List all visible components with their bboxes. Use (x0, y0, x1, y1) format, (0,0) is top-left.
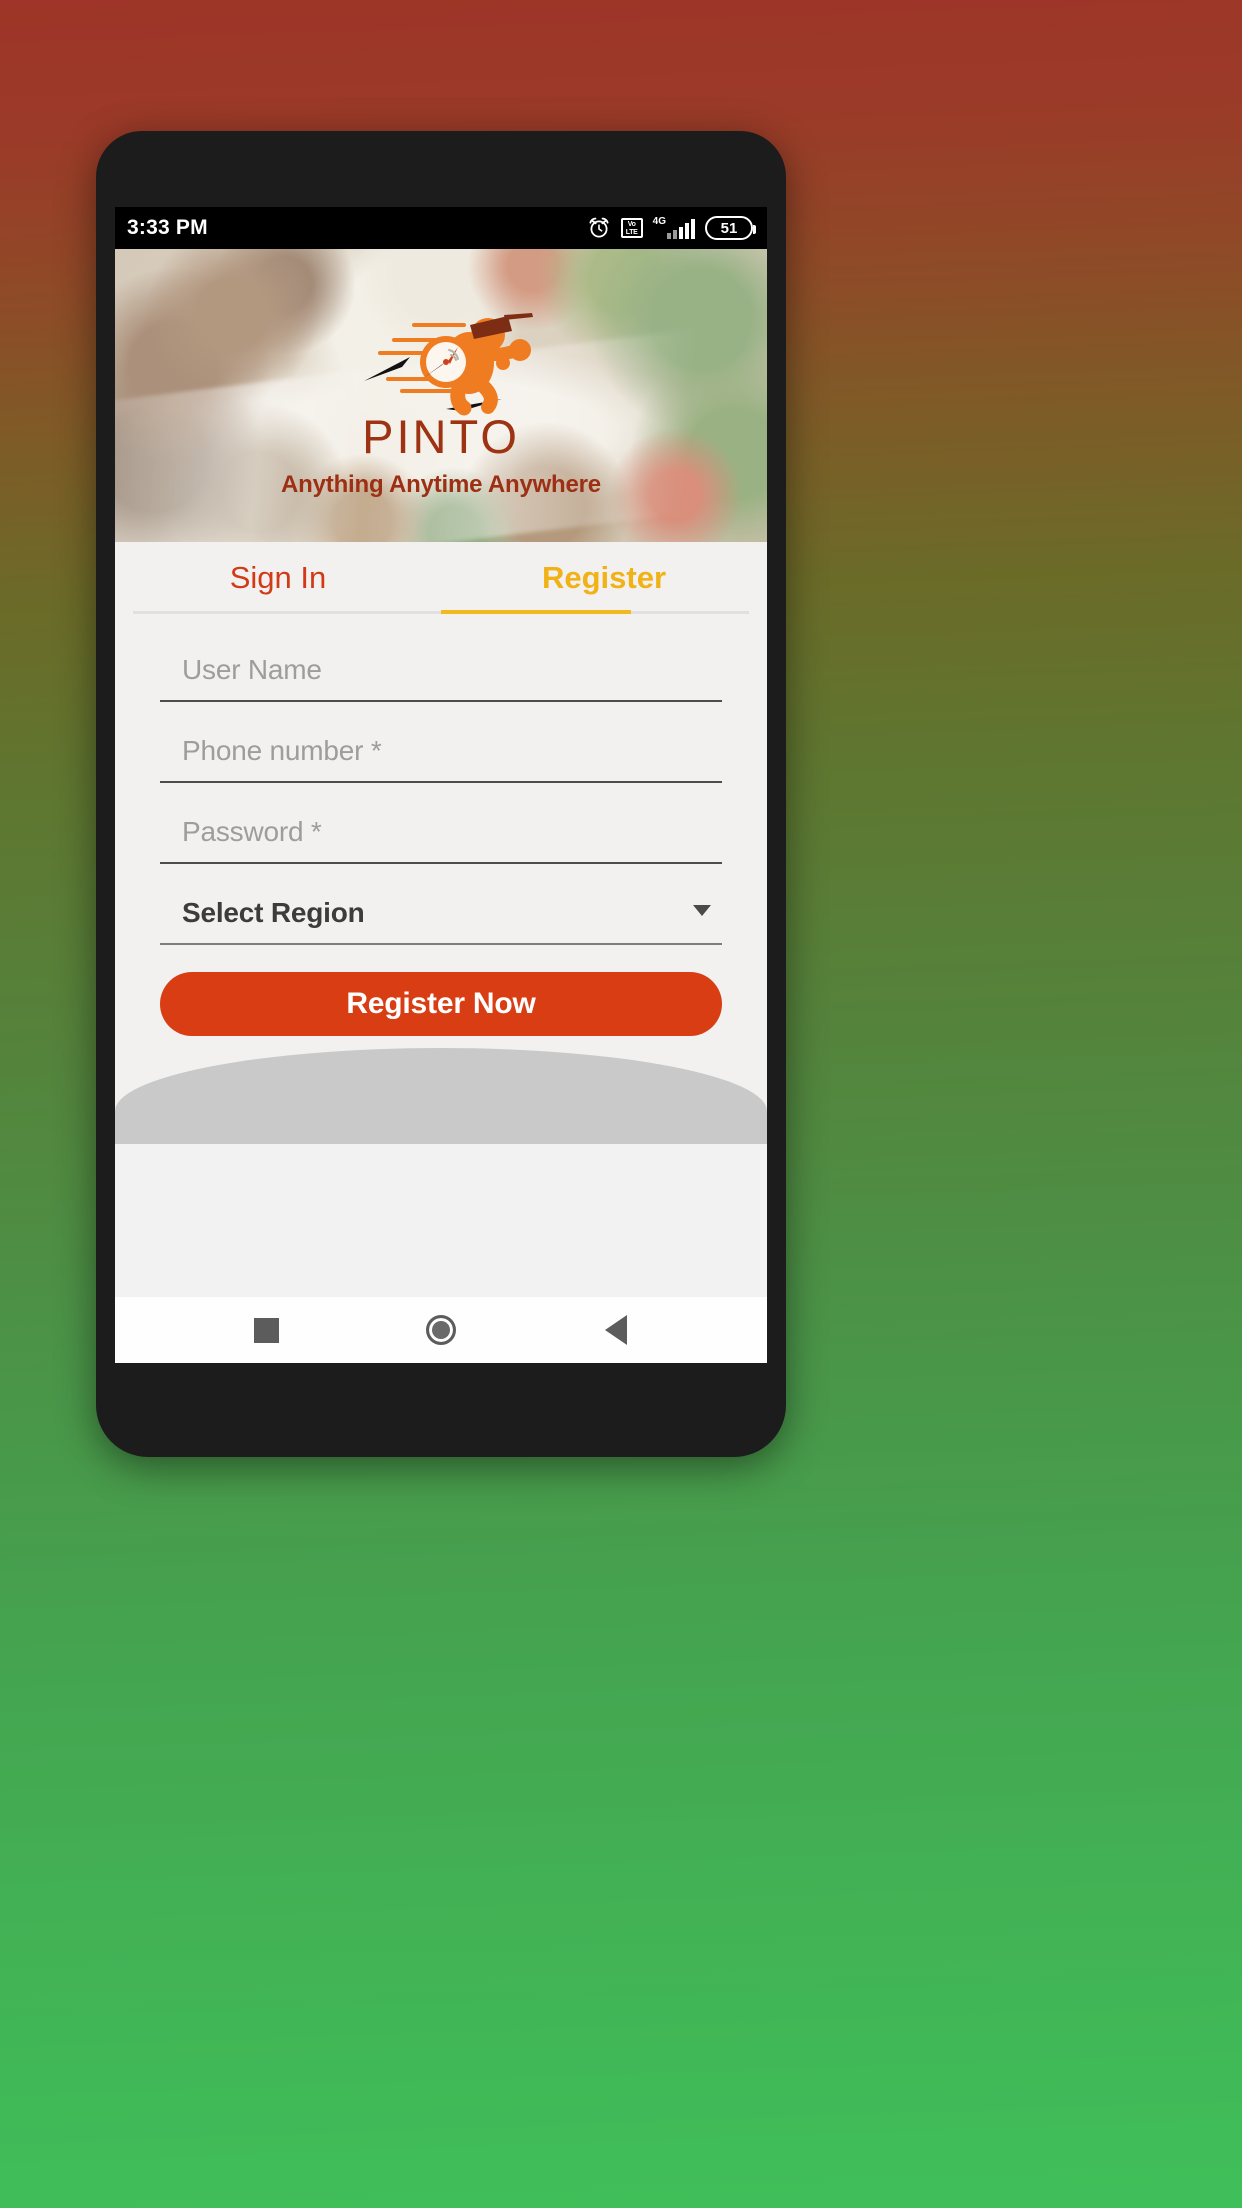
register-now-button[interactable]: Register Now (160, 972, 722, 1036)
network-type-label: 4G (652, 216, 666, 227)
hero-banner: PINTO Anything Anytime Anywhere (115, 249, 767, 542)
signal-bar-4 (685, 223, 689, 239)
status-bar-clock: 3:33 PM (127, 216, 208, 239)
volte-icon: Vo LTE (620, 218, 643, 238)
signal-bar-5 (691, 219, 695, 239)
volte-icon-line2: LTE (625, 228, 638, 236)
password-field[interactable]: Password * (160, 810, 722, 864)
nav-home-button[interactable] (396, 1297, 486, 1363)
signal-strength-icon: 4G (653, 217, 695, 239)
volte-icon-line1: Vo (627, 221, 636, 228)
phone-number-placeholder: Phone number * (182, 735, 382, 766)
android-navigation-bar (115, 1297, 767, 1363)
alarm-clock-icon (589, 217, 609, 238)
password-underline (160, 862, 722, 864)
select-region-value: Select Region (182, 897, 365, 928)
square-recent-apps-icon (253, 1317, 279, 1343)
chevron-down-icon (693, 905, 711, 916)
user-name-placeholder: User Name (182, 654, 322, 685)
phone-screen: 3:33 PM Vo LTE 4G 51 PINTO Anything Anyt… (115, 207, 767, 1363)
battery-icon: 51 (705, 216, 756, 240)
brand-name: PINTO (362, 410, 520, 463)
nav-recent-apps-button[interactable] (221, 1297, 311, 1363)
auth-tabs: Sign In Register (115, 542, 767, 614)
pinto-logo-icon (364, 313, 533, 416)
brand-tagline: Anything Anytime Anywhere (281, 471, 601, 498)
select-region-underline (160, 943, 722, 945)
tab-register-label: Register (541, 560, 667, 595)
select-region-dropdown[interactable]: Select Region (160, 891, 722, 945)
tab-sign-in-label: Sign In (229, 560, 327, 595)
signal-bar-2 (673, 230, 677, 239)
status-bar-icons: Vo LTE 4G 51 (587, 216, 756, 240)
circle-home-icon (425, 1315, 456, 1345)
triangle-back-icon (604, 1315, 627, 1345)
phone-number-field[interactable]: Phone number * (160, 729, 722, 783)
brand-logo-block: PINTO Anything Anytime Anywhere (115, 307, 767, 499)
status-bar: 3:33 PM Vo LTE 4G 51 (115, 207, 767, 249)
password-placeholder: Password * (182, 816, 322, 847)
signal-bar-3 (679, 227, 683, 239)
user-name-underline (160, 700, 722, 702)
nav-back-button[interactable] (571, 1297, 661, 1363)
tab-sign-in[interactable]: Sign In (115, 542, 441, 614)
user-name-field[interactable]: User Name (160, 648, 722, 702)
battery-level-label: 51 (720, 219, 738, 237)
signal-bar-1 (667, 233, 671, 239)
register-form: User Name Phone number * Password * Sele… (115, 614, 767, 1144)
tab-register[interactable]: Register (441, 542, 767, 614)
phone-number-underline (160, 781, 722, 783)
footer-curve-decoration (115, 1048, 767, 1144)
phone-frame: 3:33 PM Vo LTE 4G 51 PINTO Anything Anyt… (96, 131, 786, 1457)
